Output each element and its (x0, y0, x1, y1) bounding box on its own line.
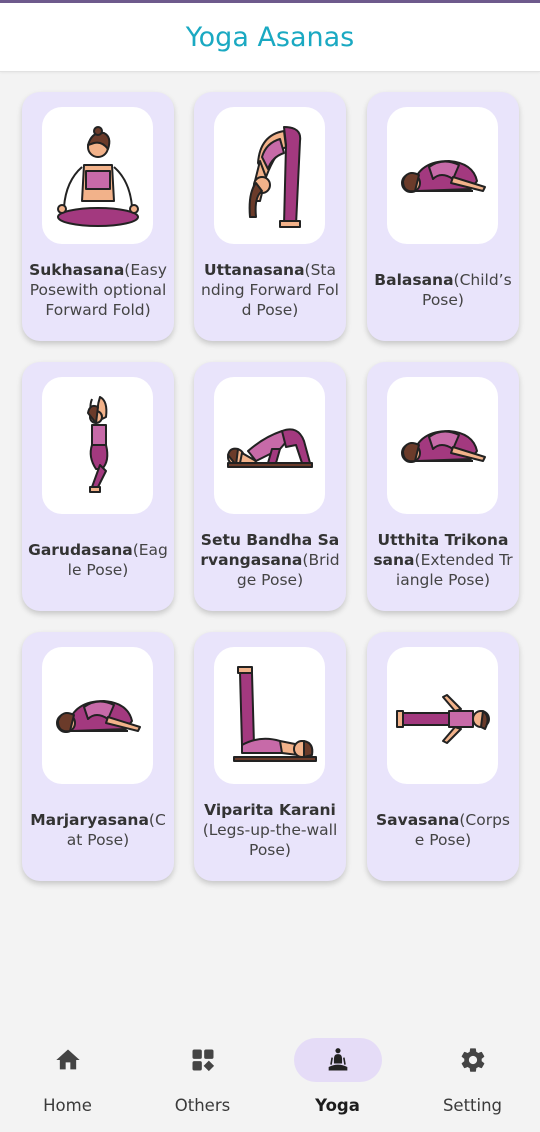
app-bar: Yoga Asanas (0, 3, 540, 72)
pose-caption: Marjaryasana(Cat Pose) (30, 811, 166, 849)
grid-icon (192, 1049, 214, 1072)
pose-grid: Sukhasana(Easy Posewith optional Forward… (22, 92, 519, 882)
pose-thumbnail (214, 107, 325, 244)
nav-item-yoga[interactable]: Yoga (270, 1038, 405, 1128)
setu-bandha-figure-icon (226, 427, 313, 468)
sukhasana-figure-icon (56, 125, 139, 227)
meditation-icon (328, 1048, 347, 1071)
marjaryasana-figure-icon (55, 699, 141, 733)
viparita-karani-figure-icon (232, 665, 317, 762)
pose-caption: Balasana(Child’s Pose) (374, 271, 512, 309)
nav-label: Home (43, 1096, 92, 1115)
pose-card-sukhasana[interactable]: Sukhasana(Easy Posewith optional Forward… (22, 92, 174, 341)
nav-label: Yoga (315, 1096, 360, 1115)
nav-item-others[interactable]: Others (135, 1038, 270, 1128)
pose-card-savasana[interactable]: Savasana(Corpse Pose) (367, 632, 519, 881)
pose-caption: Uttanasana(Standing Forward Fold Pose) (201, 261, 339, 319)
pose-thumbnail (214, 647, 325, 784)
page-title: Yoga Asanas (185, 21, 355, 53)
nav-pill (159, 1038, 247, 1082)
gear-icon (461, 1048, 484, 1072)
pose-thumbnail (387, 107, 498, 244)
pose-thumbnail (387, 377, 498, 514)
pose-caption: Savasana(Corpse Pose) (375, 811, 510, 849)
pose-thumbnail (387, 647, 498, 784)
pose-card-garudasana[interactable]: Garudasana(Eagle Pose) (22, 362, 174, 611)
uttanasana-figure-icon (248, 125, 301, 228)
nav-label: Setting (442, 1096, 503, 1115)
pose-caption: Utthita Trikonasana(Extended Triangle Po… (373, 531, 513, 589)
nav-label: Others (174, 1096, 231, 1115)
nav-pill-active (293, 1038, 382, 1082)
pose-card-marjaryasana[interactable]: Marjaryasana(Cat Pose) (22, 632, 174, 881)
pose-thumbnail (42, 107, 153, 244)
pose-caption: Viparita Karani(Legs-up-the-wall Pose) (202, 801, 338, 859)
pose-caption: Setu Bandha Sarvangasana(Bridge Pose) (200, 531, 340, 589)
pose-card-uttanasana[interactable]: Uttanasana(Standing Forward Fold Pose) (194, 92, 346, 341)
nav-item-setting[interactable]: Setting (405, 1038, 540, 1128)
pose-thumbnail (42, 377, 153, 514)
bottom-navigation: Home Others Yoga Setting (0, 1022, 540, 1132)
home-icon (55, 1049, 80, 1070)
garudasana-figure-icon (86, 395, 108, 493)
nav-item-home[interactable]: Home (0, 1038, 135, 1128)
pose-card-setu-bandha[interactable]: Setu Bandha Sarvangasana(Bridge Pose) (194, 362, 346, 611)
trikonasana-figure-icon (400, 429, 486, 463)
pose-card-trikonasana[interactable]: Utthita Trikonasana(Extended Triangle Po… (367, 362, 519, 611)
nav-pill (24, 1038, 112, 1082)
pose-caption: Garudasana(Eagle Pose) (28, 541, 168, 579)
pose-thumbnail (214, 377, 325, 514)
nav-pill (429, 1038, 517, 1082)
pose-card-viparita-karani[interactable]: Viparita Karani(Legs-up-the-wall Pose) (194, 632, 346, 881)
pose-caption: Sukhasana(Easy Posewith optional Forward… (29, 261, 167, 319)
pose-card-balasana[interactable]: Balasana(Child’s Pose) (367, 92, 519, 341)
balasana-figure-icon (400, 159, 486, 193)
savasana-figure-icon (395, 693, 490, 744)
pose-thumbnail (42, 647, 153, 784)
